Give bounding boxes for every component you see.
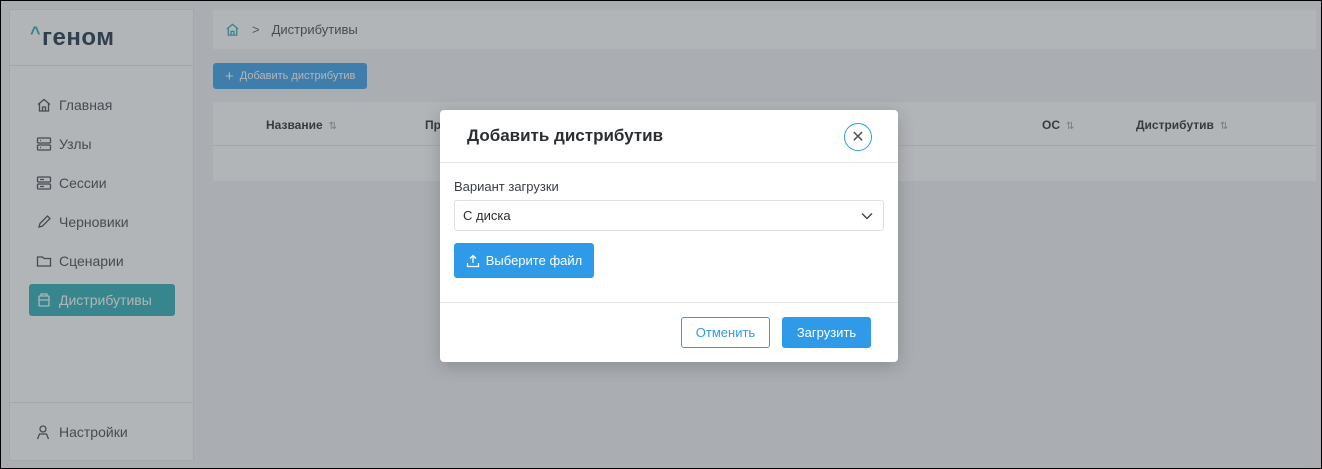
add-distribution-dialog: Добавить дистрибутив ✕ Вариант загрузки …	[440, 110, 898, 362]
dialog-header: Добавить дистрибутив ✕	[440, 110, 898, 163]
choose-file-button[interactable]: Выберите файл	[454, 243, 594, 278]
close-icon: ✕	[851, 129, 865, 146]
upload-button[interactable]: Загрузить	[782, 317, 871, 348]
upload-icon	[466, 254, 486, 268]
dialog-body: Вариант загрузки С диска Выберите файл	[440, 163, 898, 278]
cancel-button[interactable]: Отменить	[681, 317, 770, 348]
dialog-title: Добавить дистрибутив	[467, 126, 664, 145]
chevron-down-icon	[861, 212, 873, 220]
upload-variant-label: Вариант загрузки	[454, 179, 559, 194]
close-button[interactable]: ✕	[844, 123, 872, 151]
select-value: С диска	[463, 208, 511, 223]
dialog-footer: Отменить Загрузить	[440, 302, 898, 362]
choose-file-label: Выберите файл	[485, 253, 583, 268]
app-window: ^ геном Главная Узлы Сессии Черновики Сц…	[0, 0, 1322, 469]
upload-variant-select[interactable]: С диска	[454, 200, 884, 231]
